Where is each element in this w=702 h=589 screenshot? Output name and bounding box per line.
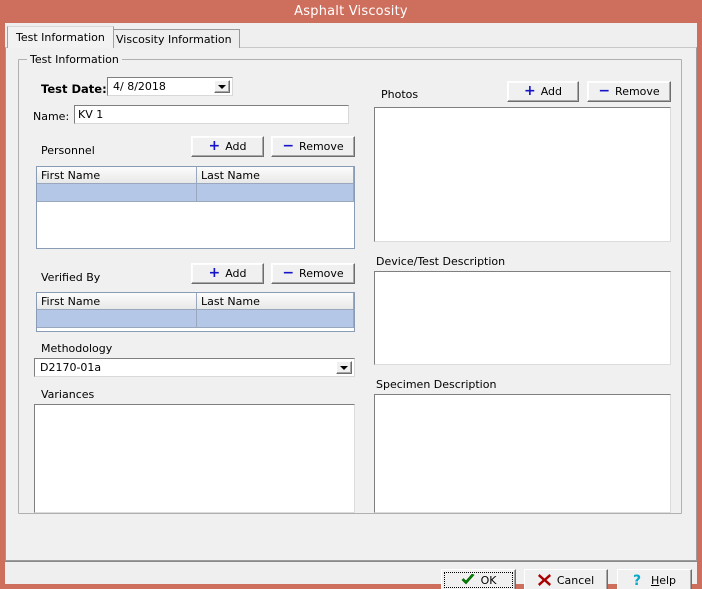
svg-text:?: ?: [633, 573, 641, 587]
personnel-col-first-name: First Name: [37, 167, 197, 183]
photos-remove-label: Remove: [615, 85, 660, 98]
methodology-value: D2170-01a: [35, 361, 336, 374]
tab-test-information-label: Test Information: [16, 31, 105, 44]
specimen-description-textarea[interactable]: [374, 394, 671, 513]
help-label-rest: elp: [659, 574, 676, 587]
test-information-groupbox: Test Information Test Date: 4/ 8/2018 Na…: [18, 59, 682, 514]
groupbox-title: Test Information: [27, 53, 122, 66]
name-input[interactable]: KV 1: [74, 105, 349, 124]
cancel-button[interactable]: Cancel: [524, 569, 608, 589]
personnel-cell-last-name[interactable]: [197, 184, 354, 202]
title-bar: Asphalt Viscosity: [0, 0, 702, 23]
name-label: Name:: [33, 110, 69, 123]
plus-icon: +: [524, 84, 536, 99]
methodology-select[interactable]: D2170-01a: [34, 358, 355, 377]
tab-test-information[interactable]: Test Information: [7, 26, 114, 48]
personnel-add-label: Add: [225, 140, 246, 153]
test-date-dropdown-button[interactable]: [214, 80, 230, 93]
personnel-add-button[interactable]: + Add: [191, 136, 264, 157]
plus-icon: +: [208, 139, 220, 154]
personnel-grid[interactable]: First Name Last Name: [36, 166, 355, 249]
photos-remove-button[interactable]: − Remove: [587, 81, 671, 102]
tab-page-test-information: Test Information Test Date: 4/ 8/2018 Na…: [5, 47, 697, 561]
table-row[interactable]: [37, 310, 354, 328]
methodology-dropdown-button[interactable]: [336, 361, 352, 374]
personnel-grid-header: First Name Last Name: [37, 167, 354, 184]
asphalt-viscosity-window: Asphalt Viscosity Test Information Visco…: [0, 0, 702, 589]
plus-icon: +: [208, 266, 220, 281]
test-date-picker[interactable]: 4/ 8/2018: [107, 77, 233, 96]
verified-by-add-button[interactable]: + Add: [191, 263, 264, 284]
photos-add-button[interactable]: + Add: [507, 81, 579, 102]
chevron-down-icon: [340, 366, 348, 370]
dialog-button-bar: OK Cancel ? Help: [5, 561, 697, 584]
tab-viscosity-information[interactable]: Viscosity Information: [108, 29, 240, 48]
help-button[interactable]: ? Help: [617, 569, 692, 589]
test-date-value: 4/ 8/2018: [108, 80, 214, 93]
variances-label: Variances: [41, 388, 94, 401]
specimen-description-label: Specimen Description: [376, 378, 496, 391]
focus-indicator: [444, 572, 513, 588]
verified-by-remove-button[interactable]: − Remove: [271, 263, 355, 284]
minus-icon: −: [282, 139, 294, 155]
photos-add-label: Add: [541, 85, 562, 98]
photos-label: Photos: [381, 88, 418, 101]
cancel-label: Cancel: [557, 574, 594, 587]
verified-by-col-last-name: Last Name: [197, 293, 354, 309]
methodology-label: Methodology: [41, 342, 112, 355]
personnel-cell-first-name[interactable]: [37, 184, 197, 202]
verified-by-grid-header: First Name Last Name: [37, 293, 354, 310]
device-test-description-label: Device/Test Description: [376, 255, 505, 268]
personnel-remove-button[interactable]: − Remove: [271, 136, 355, 157]
x-mark-icon: [538, 574, 551, 586]
tab-viscosity-information-label: Viscosity Information: [116, 33, 232, 46]
device-test-description-textarea[interactable]: [374, 271, 671, 365]
photos-list[interactable]: [374, 107, 671, 242]
verified-by-grid[interactable]: First Name Last Name: [36, 292, 355, 332]
verified-by-cell-first-name[interactable]: [37, 310, 197, 328]
tab-strip: Test Information Viscosity Information: [5, 23, 697, 48]
verified-by-remove-label: Remove: [299, 267, 344, 280]
personnel-label: Personnel: [41, 144, 95, 157]
verified-by-label: Verified By: [41, 271, 100, 284]
client-area: Test Information Viscosity Information T…: [5, 23, 697, 584]
personnel-remove-label: Remove: [299, 140, 344, 153]
variances-textarea[interactable]: [34, 404, 355, 513]
minus-icon: −: [598, 84, 610, 100]
help-label: Help: [651, 574, 676, 587]
help-label-accel: H: [651, 574, 659, 587]
table-row[interactable]: [37, 184, 354, 202]
verified-by-cell-last-name[interactable]: [197, 310, 354, 328]
chevron-down-icon: [218, 85, 226, 89]
verified-by-col-first-name: First Name: [37, 293, 197, 309]
verified-by-add-label: Add: [225, 267, 246, 280]
question-mark-icon: ?: [633, 573, 645, 587]
window-title: Asphalt Viscosity: [294, 4, 408, 19]
minus-icon: −: [282, 266, 294, 282]
personnel-col-last-name: Last Name: [197, 167, 354, 183]
ok-button[interactable]: OK: [441, 569, 516, 589]
test-date-label: Test Date:: [41, 82, 107, 96]
